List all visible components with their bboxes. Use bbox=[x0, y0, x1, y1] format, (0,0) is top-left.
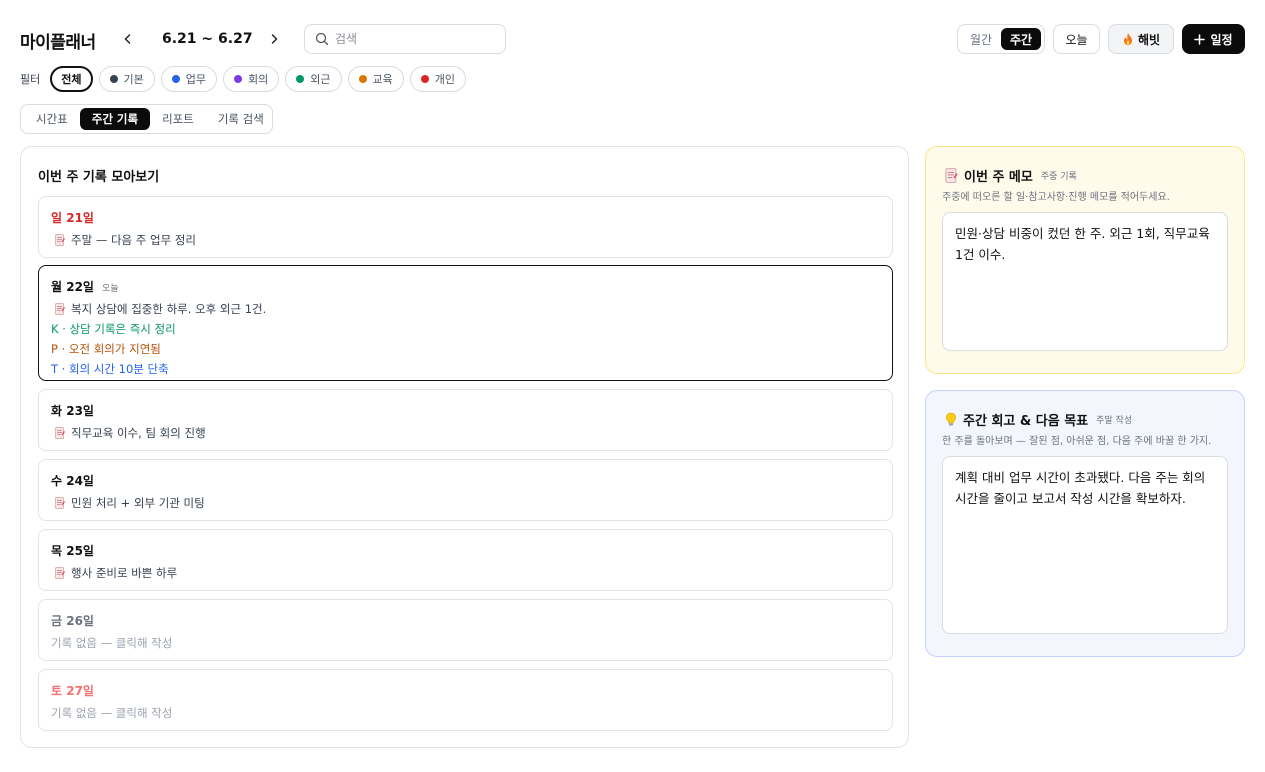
retro-tag: 주말 작성 bbox=[1096, 416, 1133, 426]
today-button[interactable]: 오늘 bbox=[1053, 24, 1100, 54]
day-card-thu[interactable]: 목 25일 행사 준비로 바쁜 하루 bbox=[38, 529, 893, 591]
day-card-fri[interactable]: 금 26일 기록 없음 — 클릭해 작성 bbox=[38, 599, 893, 661]
weekly-log-panel: 이번 주 기록 모아보기 일 21일 주말 — 다음 주 업무 정리 월 22일… bbox=[20, 146, 909, 748]
memo-icon bbox=[55, 234, 65, 246]
memo-icon bbox=[945, 168, 958, 183]
retro-description: 한 주를 돌아보며 — 잘된 점, 아쉬운 점, 다음 주에 바꿀 한 가지. bbox=[942, 436, 1212, 447]
filter-chip-label: 업무 bbox=[185, 73, 206, 86]
day-label: 토 27일 bbox=[51, 684, 94, 698]
category-dot-icon bbox=[420, 75, 429, 83]
memo-title: 이번 주 메모 bbox=[964, 170, 1033, 185]
filter-chip-label: 기본 bbox=[123, 73, 144, 86]
retro-title: 주간 회고 & 다음 목표 bbox=[963, 414, 1089, 429]
memo-tag: 주중 기록 bbox=[1040, 172, 1077, 182]
add-schedule-label: 일정 bbox=[1210, 32, 1233, 47]
view-tabs: 시간표 주간 기록 리포트 기록 검색 bbox=[20, 104, 273, 134]
day-label: 금 26일 bbox=[51, 614, 94, 628]
filter-chip-outside[interactable]: 외근 bbox=[285, 66, 342, 92]
search-icon bbox=[315, 32, 329, 46]
tab-timetable[interactable]: 시간표 bbox=[24, 108, 80, 130]
filter-chip-label: 개인 bbox=[434, 73, 455, 86]
fire-icon bbox=[1123, 33, 1132, 45]
day-card-wed[interactable]: 수 24일 민원 처리 + 외부 기관 미팅 bbox=[38, 459, 893, 521]
day-label: 화 23일 bbox=[51, 404, 94, 418]
next-week-button[interactable] bbox=[264, 29, 284, 49]
day-card-sun[interactable]: 일 21일 주말 — 다음 주 업무 정리 bbox=[38, 196, 893, 258]
memo-icon bbox=[55, 427, 65, 439]
day-label: 수 24일 bbox=[51, 474, 94, 488]
category-dot-icon bbox=[109, 75, 118, 83]
day-memo-text: 복지 상담에 집중한 하루. 오후 외근 1건. bbox=[71, 302, 267, 316]
search-box[interactable] bbox=[304, 24, 506, 54]
problem-line: P · 오전 회의가 지연됨 bbox=[51, 342, 161, 356]
day-label: 일 21일 bbox=[51, 211, 94, 225]
habit-label: 해빗 bbox=[1137, 32, 1161, 47]
app-title: 마이플래너 bbox=[20, 33, 96, 53]
empty-placeholder: 기록 없음 — 클릭해 작성 bbox=[51, 636, 173, 650]
week-view-button[interactable]: 주간 bbox=[1001, 28, 1041, 50]
today-badge: 오늘 bbox=[101, 284, 119, 294]
filter-chip-meeting[interactable]: 회의 bbox=[223, 66, 280, 92]
filter-chip-label: 전체 bbox=[61, 73, 82, 86]
retro-header: 주간 회고 & 다음 목표 주말 작성 bbox=[945, 410, 1132, 429]
day-card-tue[interactable]: 화 23일 직무교육 이수, 팀 회의 진행 bbox=[38, 389, 893, 451]
prev-week-button[interactable] bbox=[118, 29, 138, 49]
memo-icon bbox=[55, 303, 65, 315]
day-memo: 주말 — 다음 주 업무 정리 bbox=[51, 232, 880, 248]
day-memo: 행사 준비로 바쁜 하루 bbox=[51, 565, 880, 581]
day-memo-text: 주말 — 다음 주 업무 정리 bbox=[71, 233, 196, 247]
day-memo-text: 민원 처리 + 외부 기관 미팅 bbox=[71, 496, 205, 510]
filter-chip-all[interactable]: 전체 bbox=[50, 66, 93, 92]
view-toggle: 월간 주간 bbox=[957, 24, 1045, 54]
filter-chip-label: 회의 bbox=[248, 73, 269, 86]
day-label: 월 22일 bbox=[51, 280, 94, 294]
memo-header: 이번 주 메모 주중 기록 bbox=[945, 166, 1077, 185]
habit-button[interactable]: 해빗 bbox=[1108, 24, 1174, 54]
weekly-memo-panel: 이번 주 메모 주중 기록 주중에 떠오른 할 일·참고사항·진행 메모를 적어… bbox=[925, 146, 1245, 374]
category-dot-icon bbox=[171, 75, 180, 83]
chevron-right-icon bbox=[271, 34, 278, 44]
day-memo-text: 직무교육 이수, 팀 회의 진행 bbox=[71, 426, 206, 440]
filter-chip-label: 외근 bbox=[310, 73, 331, 86]
day-memo: 직무교육 이수, 팀 회의 진행 bbox=[51, 425, 880, 441]
memo-icon bbox=[55, 567, 65, 579]
tab-log-search[interactable]: 기록 검색 bbox=[206, 108, 276, 130]
filter-chip-personal[interactable]: 개인 bbox=[409, 66, 466, 92]
retro-textarea[interactable]: 계획 대비 업무 시간이 초과됐다. 다음 주는 회의 시간을 줄이고 보고서 … bbox=[942, 456, 1228, 634]
day-card-mon[interactable]: 월 22일 오늘 복지 상담에 집중한 하루. 오후 외근 1건. K · 상담… bbox=[38, 265, 893, 381]
keep-line: K · 상담 기록은 즉시 정리 bbox=[51, 322, 176, 336]
try-line: T · 회의 시간 10분 단축 bbox=[51, 362, 169, 376]
day-label: 목 25일 bbox=[51, 544, 94, 558]
add-schedule-button[interactable]: 일정 bbox=[1182, 24, 1245, 54]
date-range: 6.21 ~ 6.27 bbox=[162, 31, 253, 47]
plus-icon bbox=[1194, 33, 1206, 45]
weekly-retro-panel: 주간 회고 & 다음 목표 주말 작성 한 주를 돌아보며 — 잘된 점, 아쉬… bbox=[925, 390, 1245, 657]
filter-bar: 필터 전체 기본 업무 회의 외근 교육 개인 bbox=[20, 66, 472, 92]
month-view-button[interactable]: 월간 bbox=[961, 28, 1001, 50]
category-dot-icon bbox=[296, 75, 305, 83]
filter-chip-work[interactable]: 업무 bbox=[160, 66, 217, 92]
filter-label: 필터 bbox=[20, 73, 41, 86]
top-bar: 마이플래너 6.21 ~ 6.27 월간 주간 오늘 해빗 일정 bbox=[20, 24, 1245, 54]
day-card-sat[interactable]: 토 27일 기록 없음 — 클릭해 작성 bbox=[38, 669, 893, 731]
filter-chip-education[interactable]: 교육 bbox=[347, 66, 404, 92]
filter-chip-basic[interactable]: 기본 bbox=[98, 66, 155, 92]
memo-textarea[interactable]: 민원·상담 비중이 컸던 한 주. 외근 1회, 직무교육 1건 이수. bbox=[942, 212, 1228, 351]
category-dot-icon bbox=[234, 75, 242, 83]
category-dot-icon bbox=[358, 75, 367, 83]
lightbulb-icon bbox=[945, 412, 957, 426]
search-input[interactable] bbox=[335, 32, 495, 46]
day-memo: 복지 상담에 집중한 하루. 오후 외근 1건. bbox=[51, 301, 880, 317]
day-memo: 민원 처리 + 외부 기관 미팅 bbox=[51, 495, 880, 511]
memo-description: 주중에 떠오른 할 일·참고사항·진행 메모를 적어두세요. bbox=[942, 192, 1170, 203]
tab-weekly-log[interactable]: 주간 기록 bbox=[79, 108, 151, 130]
chevron-left-icon bbox=[124, 34, 131, 44]
tab-report[interactable]: 리포트 bbox=[150, 108, 206, 130]
memo-icon bbox=[55, 497, 65, 509]
filter-chip-label: 교육 bbox=[372, 73, 393, 86]
day-memo-text: 행사 준비로 바쁜 하루 bbox=[71, 566, 178, 580]
empty-placeholder: 기록 없음 — 클릭해 작성 bbox=[51, 706, 173, 720]
day-header: 월 22일 오늘 bbox=[51, 278, 880, 295]
panel-title: 이번 주 기록 모아보기 bbox=[38, 170, 160, 185]
